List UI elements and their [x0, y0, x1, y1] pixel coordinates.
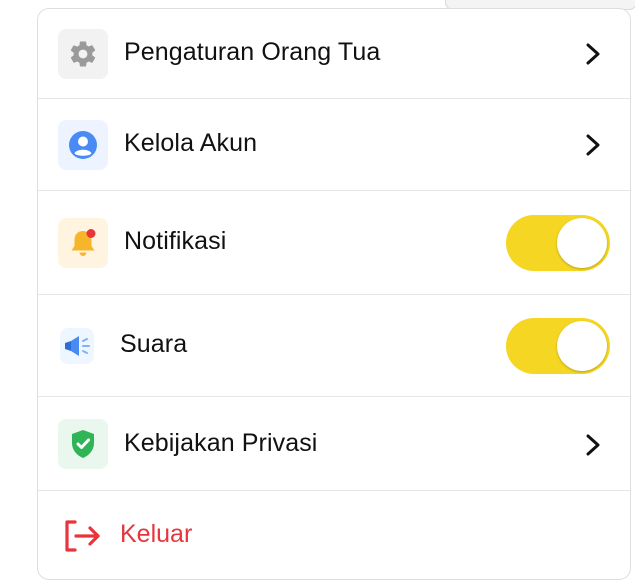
logout-button[interactable]: Keluar: [38, 491, 630, 579]
toggle-knob: [557, 321, 607, 371]
menu-item-label: Pengaturan Orang Tua: [124, 38, 381, 66]
menu-item-notifications: Notifikasi: [38, 191, 630, 295]
menu-item-sound: Suara: [38, 295, 630, 397]
chevron-right-icon: [582, 43, 604, 65]
menu-item-label: Kelola Akun: [124, 129, 258, 157]
gear-icon: [58, 29, 108, 79]
menu-item-privacy-policy[interactable]: Kebijakan Privasi: [38, 397, 630, 491]
shield-check-icon: [58, 419, 108, 469]
megaphone-icon: [60, 328, 94, 364]
menu-item-label: Kebijakan Privasi: [124, 429, 318, 457]
menu-item-manage-account[interactable]: Kelola Akun: [38, 99, 630, 191]
logout-icon: [60, 516, 108, 556]
menu-item-parental-settings[interactable]: Pengaturan Orang Tua: [38, 9, 630, 99]
notifications-toggle[interactable]: [506, 215, 610, 271]
sound-toggle[interactable]: [506, 318, 610, 374]
user-icon: [58, 120, 108, 170]
chevron-right-icon: [582, 134, 604, 156]
settings-menu: Pengaturan Orang Tua Kelola Akun Notifik…: [37, 8, 631, 580]
chevron-right-icon: [582, 434, 604, 456]
logout-label: Keluar: [120, 520, 193, 548]
toggle-knob: [557, 218, 607, 268]
menu-item-label: Notifikasi: [124, 227, 227, 255]
bell-icon: [58, 218, 108, 268]
menu-item-label: Suara: [120, 330, 188, 358]
